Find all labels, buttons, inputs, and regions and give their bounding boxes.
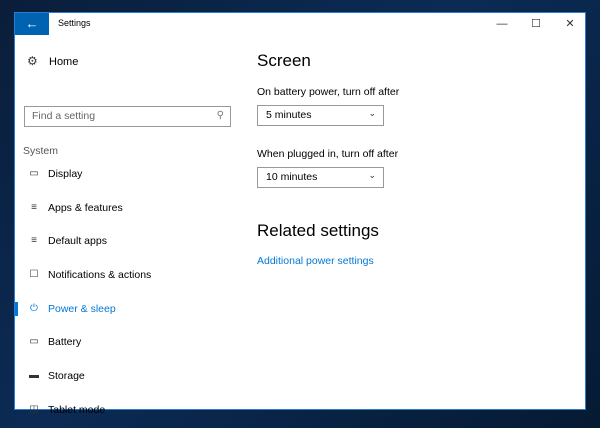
arrow-left-icon: ← [25,16,39,31]
apps-list-icon: ≡ [31,202,37,213]
sidebar-item-label: Storage [48,370,85,382]
sidebar-item-label: Tablet mode [48,404,106,416]
sidebar-item-label: Power & sleep [48,303,116,315]
home-link[interactable]: ⚙ Home [27,54,78,68]
sidebar-item-label: Display [48,168,83,180]
tablet-mode-icon: ◫ [29,404,39,415]
maximize-button[interactable]: ☐ [519,13,553,35]
sidebar-item-label: Battery [48,336,82,348]
plugged-timeout-value: 10 minutes [266,171,318,183]
gear-icon: ⚙ [27,54,38,68]
chevron-down-icon: ⌄ [368,170,376,180]
search-placeholder: Find a setting [32,110,96,122]
sidebar-item-apps-features[interactable]: ≡ Apps & features [15,194,235,222]
home-label: Home [49,56,79,68]
chevron-down-icon: ⌄ [368,108,376,118]
search-icon: ⚲ [216,110,224,121]
window-title: Settings [58,18,91,28]
back-button[interactable]: ← [15,13,49,35]
sidebar-item-notifications[interactable]: ☐ Notifications & actions [15,261,235,289]
battery-timeout-value: 5 minutes [266,109,312,121]
sidebar-item-tablet-mode[interactable]: ◫ Tablet mode [15,396,235,424]
plugged-timeout-dropdown[interactable]: 10 minutes ⌄ [257,167,384,188]
sidebar-item-battery[interactable]: ▭ Battery [15,328,235,356]
section-header: System [23,145,59,157]
sidebar-item-storage[interactable]: ▬ Storage [15,362,235,390]
settings-window: ← Settings — ☐ ✕ ⚙ Home Find a setting ⚲ S… [14,12,586,416]
sidebar-item-default-apps[interactable]: ≡ Default apps [15,227,235,255]
sidebar-item-label: Default apps [48,235,107,247]
search-input[interactable]: Find a setting ⚲ [24,106,231,127]
notification-icon: ☐ [29,269,39,280]
battery-timeout-dropdown[interactable]: 5 minutes ⌄ [257,105,384,126]
power-icon: ⏻ [30,303,38,314]
sidebar-item-label: Notifications & actions [48,269,152,281]
display-icon: ▭ [29,168,39,179]
minimize-button[interactable]: — [485,13,519,35]
title-bar: ← Settings — ☐ ✕ [15,13,585,35]
plugged-label: When plugged in, turn off after [257,148,399,160]
sidebar-item-power-sleep[interactable]: ⏻ Power & sleep [15,295,235,323]
close-button[interactable]: ✕ [553,13,587,35]
additional-power-settings-link[interactable]: Additional power settings [257,255,374,267]
sidebar-item-display[interactable]: ▭ Display [15,160,235,188]
related-settings-heading: Related settings [257,221,379,240]
battery-label: On battery power, turn off after [257,86,400,98]
screen-heading: Screen [257,51,311,70]
default-apps-icon: ≡ [31,235,37,246]
battery-icon: ▭ [29,336,39,347]
storage-icon: ▬ [29,370,39,381]
sidebar-item-label: Apps & features [48,202,123,214]
